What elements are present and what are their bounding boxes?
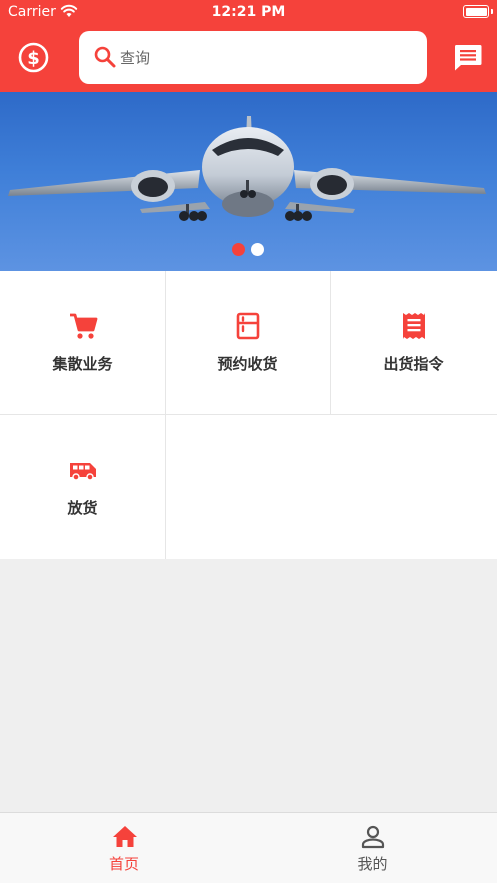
receipt-icon [403, 313, 425, 339]
menu-item-appointment[interactable]: 预约收货 [165, 271, 330, 414]
fridge-icon [236, 312, 260, 340]
menu-grid: 集散业务 预约收货 出货指令 放货 [0, 271, 497, 559]
status-time: 12:21 PM [211, 4, 286, 20]
svg-text:$: $ [27, 48, 40, 69]
menu-item-label: 放货 [67, 499, 98, 517]
person-icon [361, 825, 385, 849]
message-icon[interactable] [452, 41, 484, 73]
carousel-dot-1[interactable] [232, 243, 245, 256]
menu-item-release[interactable]: 放货 [0, 415, 165, 558]
home-icon [113, 826, 137, 847]
menu-item-label: 预约收货 [217, 355, 278, 373]
carousel-dot-2[interactable] [251, 243, 264, 256]
search-input[interactable] [120, 45, 410, 71]
menu-item-shipping-order[interactable]: 出货指令 [330, 271, 497, 414]
tab-label: 我的 [357, 855, 388, 873]
search-box[interactable] [79, 31, 427, 84]
menu-item-label: 集散业务 [52, 355, 113, 373]
dollar-circle-icon[interactable]: $ [17, 41, 50, 74]
banner-carousel[interactable] [0, 92, 497, 271]
tab-bar: 首页 我的 [0, 812, 497, 883]
battery-tip [491, 9, 493, 14]
cart-icon [70, 313, 98, 339]
tab-profile[interactable]: 我的 [248, 813, 497, 883]
tab-home[interactable]: 首页 [0, 813, 248, 883]
search-icon [94, 46, 116, 68]
app-header: Carrier 12:21 PM $ [0, 0, 497, 92]
airplane-photo [8, 116, 486, 221]
tab-label: 首页 [108, 855, 139, 873]
menu-item-distribution[interactable]: 集散业务 [0, 271, 165, 414]
status-bar: Carrier 12:21 PM [0, 0, 497, 26]
menu-item-label: 出货指令 [383, 355, 444, 373]
van-icon [70, 463, 96, 481]
battery-icon [463, 5, 489, 18]
